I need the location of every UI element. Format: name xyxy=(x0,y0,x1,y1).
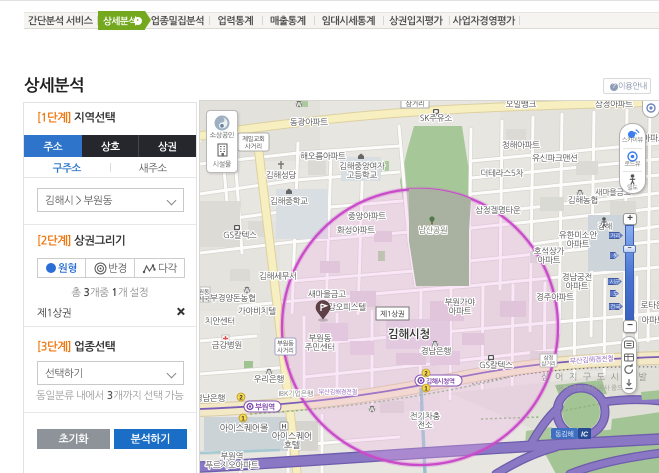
svg-text:W: W xyxy=(296,102,302,108)
svg-text:H: H xyxy=(282,424,287,431)
svg-text:IC: IC xyxy=(581,431,589,438)
svg-text:W: W xyxy=(369,407,375,413)
